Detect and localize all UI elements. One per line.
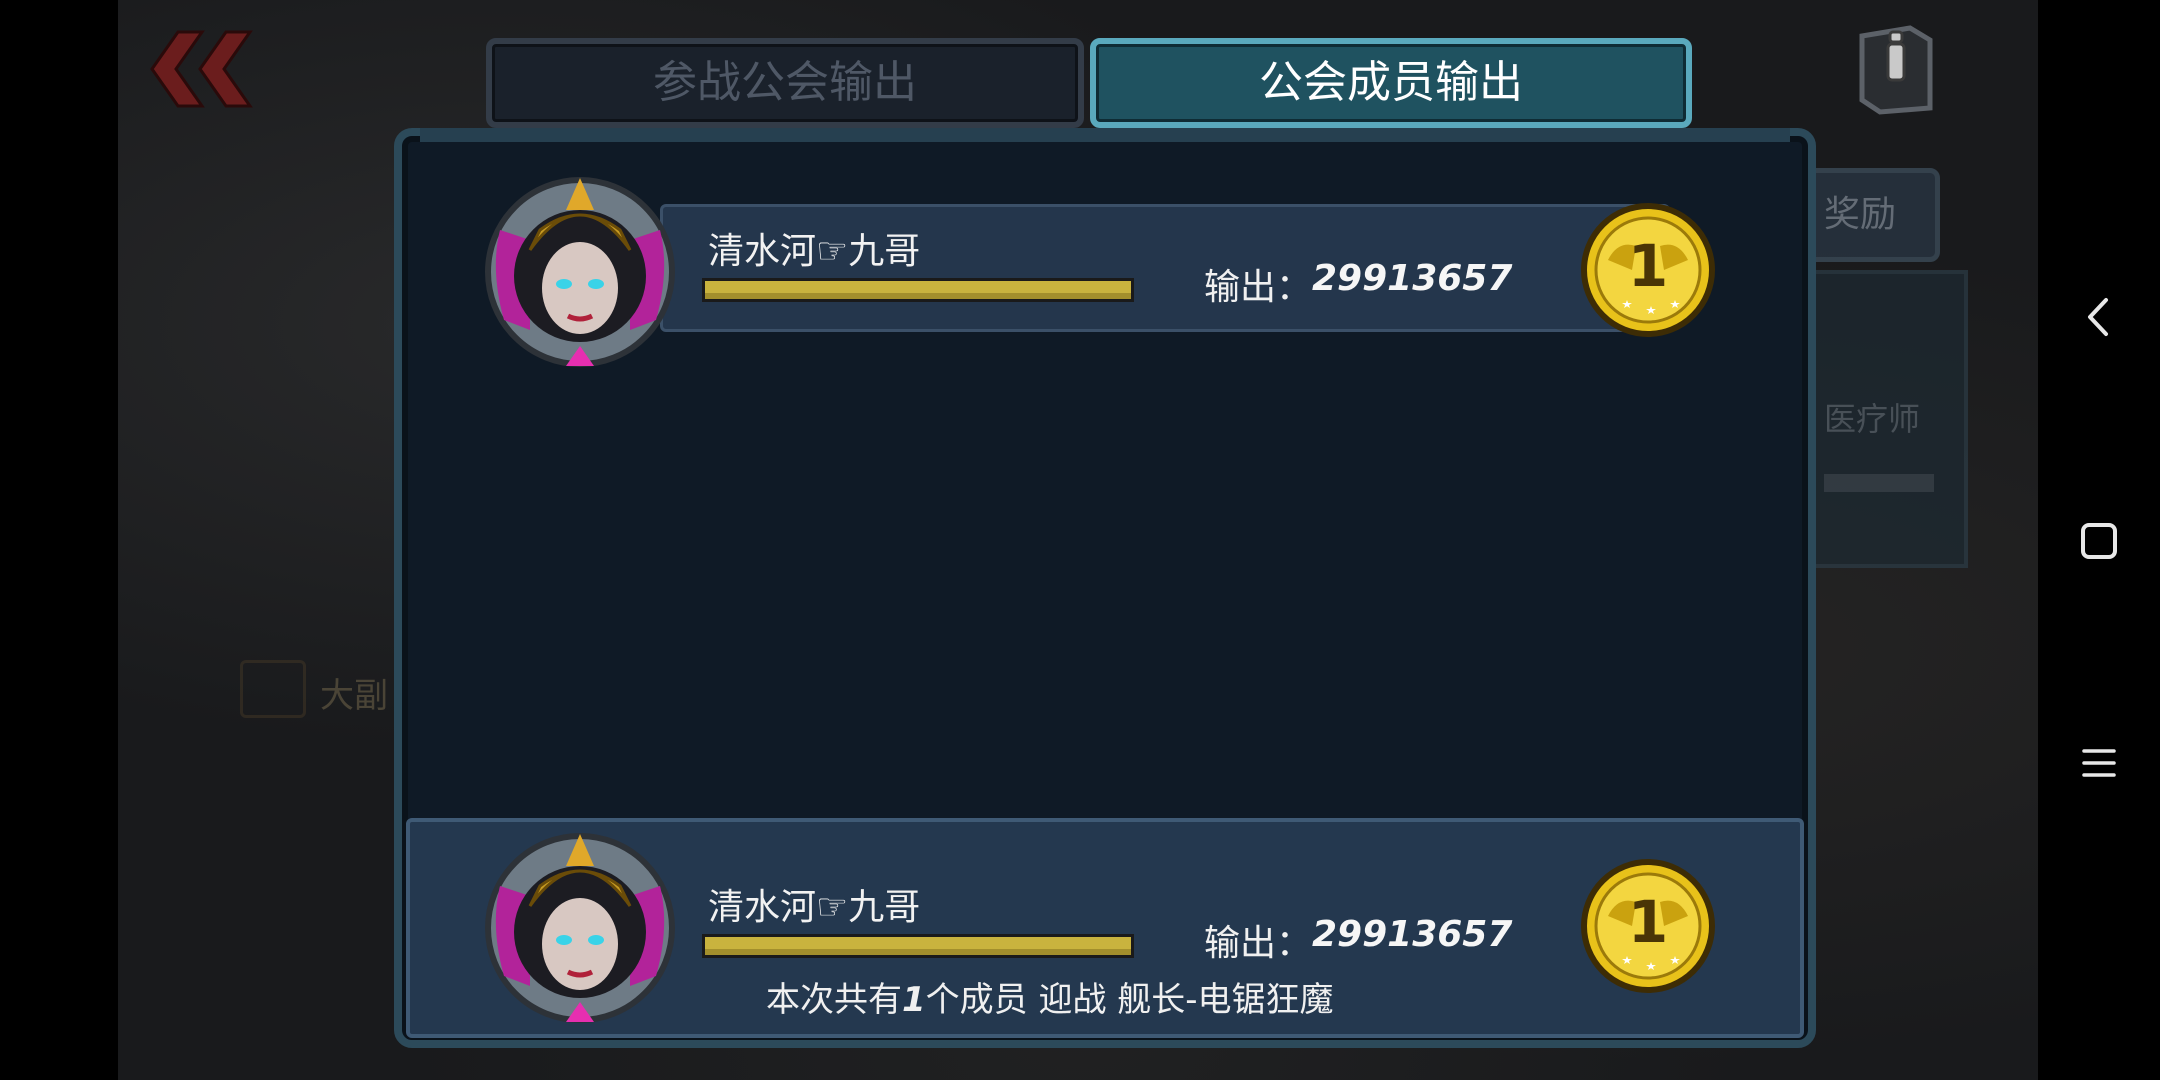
my-player-name: 清水河☞九哥 [708, 887, 921, 928]
tab-label: 公会成员输出 [1259, 57, 1523, 108]
side-panel-text: 医疗师 [1824, 400, 1921, 438]
game-screen: 奖励 医疗师 大副 参战公会输出 公会成员输出 清水河☞九哥 输出： 29913… [0, 0, 2160, 1080]
my-damage-value: 29913657 [1312, 914, 1513, 955]
damage-label: 输出： [1204, 267, 1313, 308]
summary-count: 1 [902, 980, 926, 1020]
home-square-icon[interactable] [2068, 510, 2130, 572]
reward-tab-label: 奖励 [1823, 194, 1896, 235]
damage-bar [702, 278, 1134, 302]
svg-text:1: 1 [1628, 232, 1668, 300]
rank-1-medal-icon: 1 [1581, 203, 1715, 337]
damage-value: 29913657 [1312, 258, 1513, 299]
my-damage-label: 输出： [1204, 923, 1313, 964]
system-nav-bar [2038, 0, 2160, 1080]
summary-prefix: 本次共有 [766, 980, 902, 1020]
battle-summary: 本次共有1个成员 迎战 舰长-电锯狂魔 [766, 972, 1334, 1021]
player-avatar[interactable] [470, 170, 690, 370]
tab-guild-member-output[interactable]: 公会成员输出 [1090, 38, 1692, 128]
summary-suffix: 个成员 迎战 舰长-电锯狂魔 [925, 980, 1334, 1020]
my-rank-1-medal-icon: 1 [1581, 859, 1715, 993]
svg-text:1: 1 [1628, 888, 1668, 956]
side-panel-bar [1824, 474, 1934, 492]
panel-top-edge [420, 128, 1790, 142]
my-avatar[interactable] [470, 826, 690, 1026]
rank-emblem-icon [240, 660, 306, 718]
player-name: 清水河☞九哥 [708, 231, 921, 272]
tab-label: 参战公会输出 [653, 57, 917, 108]
back-triangle-icon[interactable] [2068, 286, 2130, 348]
double-chevron-left-icon[interactable] [150, 28, 260, 110]
background-role-text: 大副 [320, 676, 388, 716]
info-book-icon[interactable] [1850, 22, 1942, 116]
menu-lines-icon[interactable] [2068, 732, 2130, 794]
my-damage-bar [702, 934, 1134, 958]
tab-participating-guild-output[interactable]: 参战公会输出 [486, 38, 1084, 128]
